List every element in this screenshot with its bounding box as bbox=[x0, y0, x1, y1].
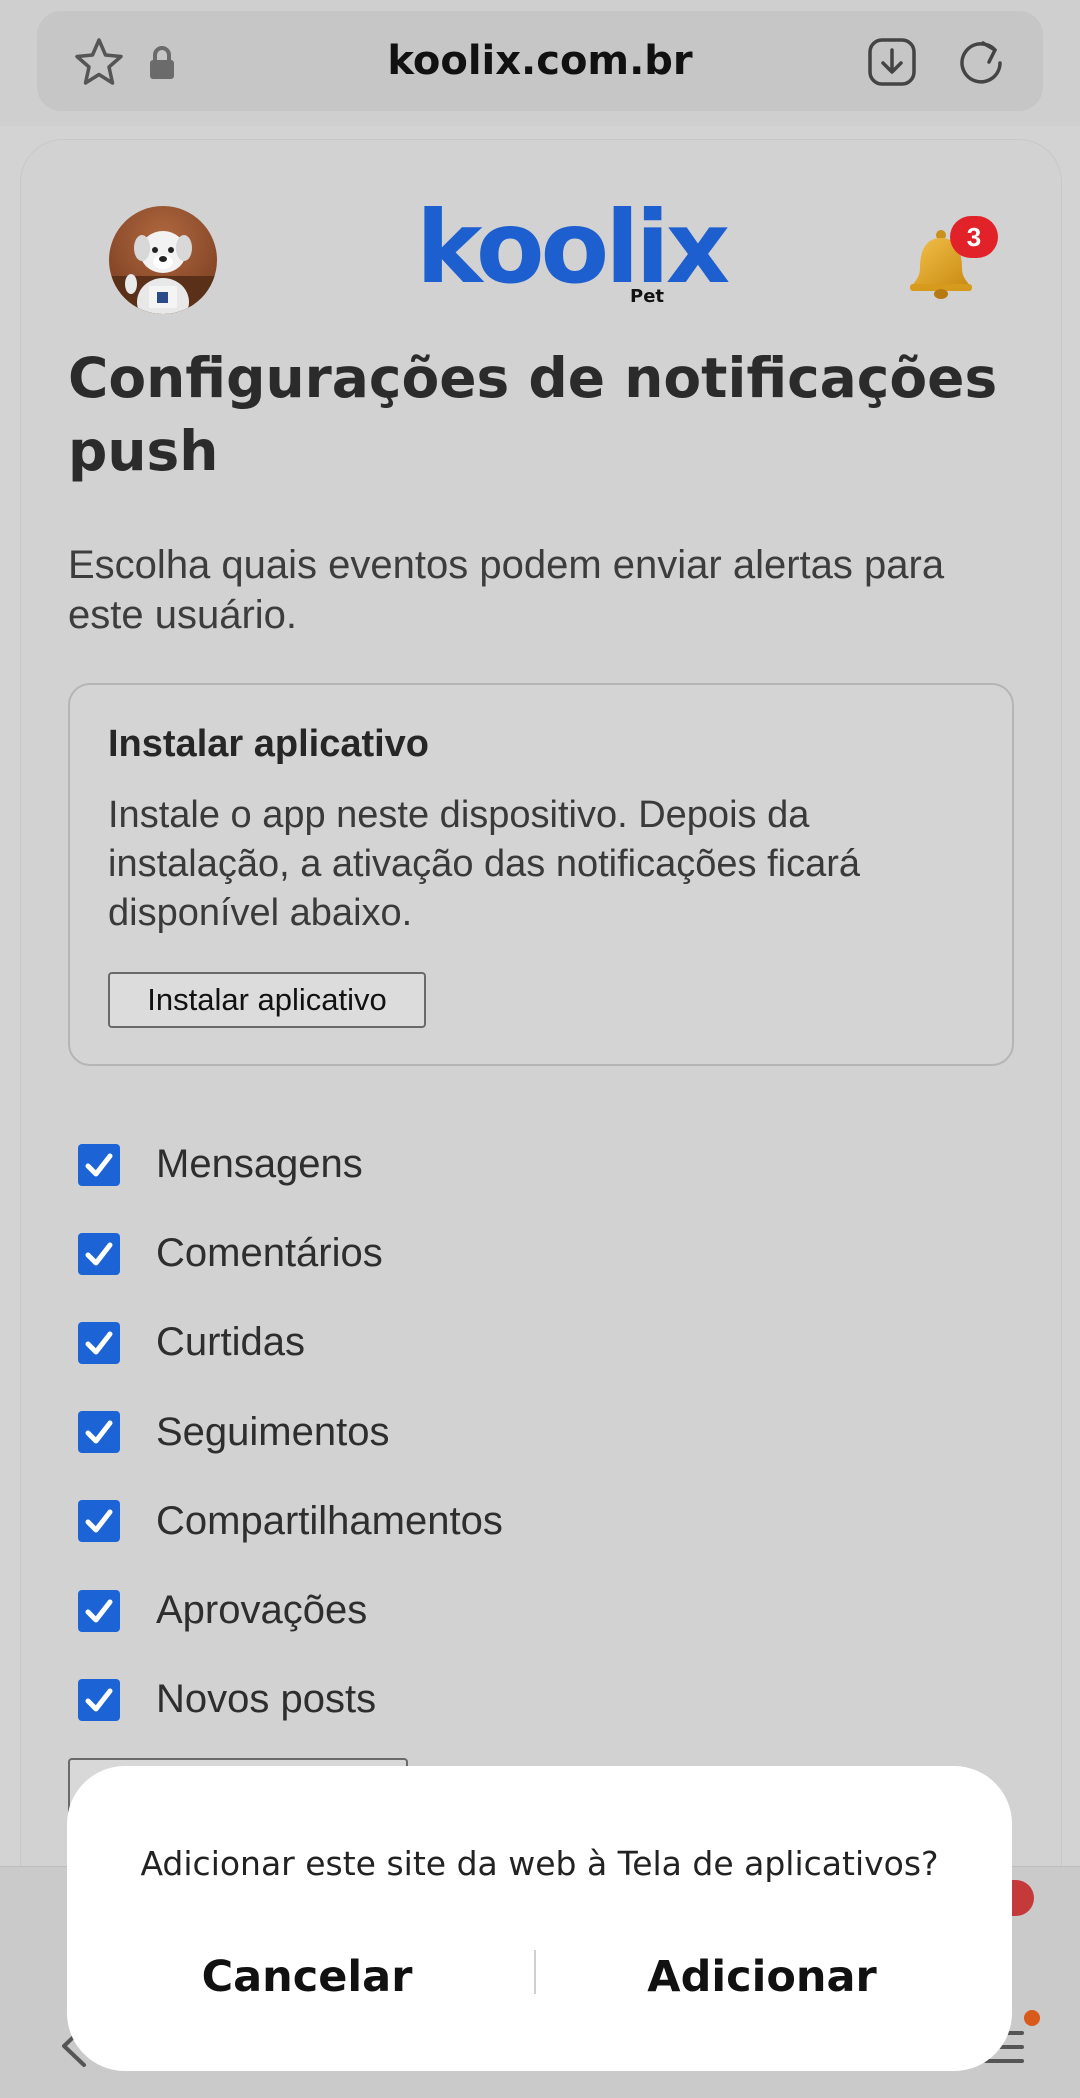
checkbox-checked[interactable] bbox=[78, 1589, 120, 1632]
check-icon bbox=[85, 1420, 113, 1444]
dialog-message: Adicionar este site da web à Tela de apl… bbox=[140, 1844, 939, 1883]
preference-label: Compartilhamentos bbox=[156, 1498, 503, 1543]
preference-follows[interactable]: Seguimentos bbox=[78, 1388, 978, 1477]
preference-label: Curtidas bbox=[156, 1320, 305, 1365]
page-title: Configurações de notificações push bbox=[68, 346, 998, 483]
cancel-button[interactable]: Cancelar bbox=[157, 1942, 457, 2012]
notification-badge: 3 bbox=[950, 216, 998, 258]
preference-label: Aprovações bbox=[156, 1588, 368, 1633]
add-button[interactable]: Adicionar bbox=[587, 1942, 937, 2012]
preference-approvals[interactable]: Aprovações bbox=[78, 1566, 978, 1655]
address-bar[interactable]: koolix.com.br bbox=[37, 11, 1043, 111]
download-icon[interactable] bbox=[867, 37, 917, 87]
install-description: Instale o app neste dispositivo. Depois … bbox=[108, 794, 860, 934]
page-description: Escolha quais eventos podem enviar alert… bbox=[68, 543, 945, 637]
check-icon bbox=[85, 1331, 113, 1355]
brand-subtitle: Pet bbox=[630, 286, 665, 307]
reload-icon[interactable] bbox=[955, 35, 1007, 87]
preference-label: Comentários bbox=[156, 1231, 383, 1276]
preference-messages[interactable]: Mensagens bbox=[78, 1120, 978, 1209]
checkbox-checked[interactable] bbox=[78, 1143, 120, 1186]
preference-comments[interactable]: Comentários bbox=[78, 1209, 978, 1298]
check-icon bbox=[85, 1242, 113, 1266]
browser-top-bar: koolix.com.br bbox=[0, 0, 1080, 126]
install-title: Instalar aplicativo bbox=[108, 723, 430, 765]
checkbox-checked[interactable] bbox=[78, 1500, 120, 1543]
install-app-button[interactable]: Instalar aplicativo bbox=[108, 972, 426, 1028]
dog-mascot-icon bbox=[109, 231, 217, 314]
checkbox-checked[interactable] bbox=[78, 1321, 120, 1364]
add-to-home-dialog: Adicionar este site da web à Tela de apl… bbox=[67, 1766, 1012, 2071]
checkbox-checked[interactable] bbox=[78, 1232, 120, 1275]
check-icon bbox=[85, 1509, 113, 1533]
brand-name: koolix bbox=[416, 189, 730, 306]
preference-new-posts[interactable]: Novos posts bbox=[78, 1655, 978, 1744]
checkbox-checked[interactable] bbox=[78, 1411, 120, 1454]
preference-likes[interactable]: Curtidas bbox=[78, 1298, 978, 1387]
brand-logo[interactable]: koolix Pet bbox=[416, 189, 730, 316]
preference-label: Novos posts bbox=[156, 1677, 377, 1722]
menu-indicator-dot bbox=[1024, 2010, 1040, 2026]
preference-shares[interactable]: Compartilhamentos bbox=[78, 1477, 978, 1566]
checkbox-checked[interactable] bbox=[78, 1678, 120, 1721]
check-icon bbox=[85, 1688, 113, 1712]
avatar[interactable] bbox=[109, 206, 217, 314]
check-icon bbox=[85, 1153, 113, 1177]
preference-label: Seguimentos bbox=[156, 1409, 390, 1454]
check-icon bbox=[85, 1599, 113, 1623]
dialog-divider bbox=[534, 1950, 536, 1994]
install-app-panel: Instalar aplicativo Instale o app neste … bbox=[68, 683, 1014, 1066]
notification-preferences: Mensagens Comentários Curtidas Seguiment… bbox=[78, 1120, 978, 1744]
preference-label: Mensagens bbox=[156, 1142, 363, 1187]
